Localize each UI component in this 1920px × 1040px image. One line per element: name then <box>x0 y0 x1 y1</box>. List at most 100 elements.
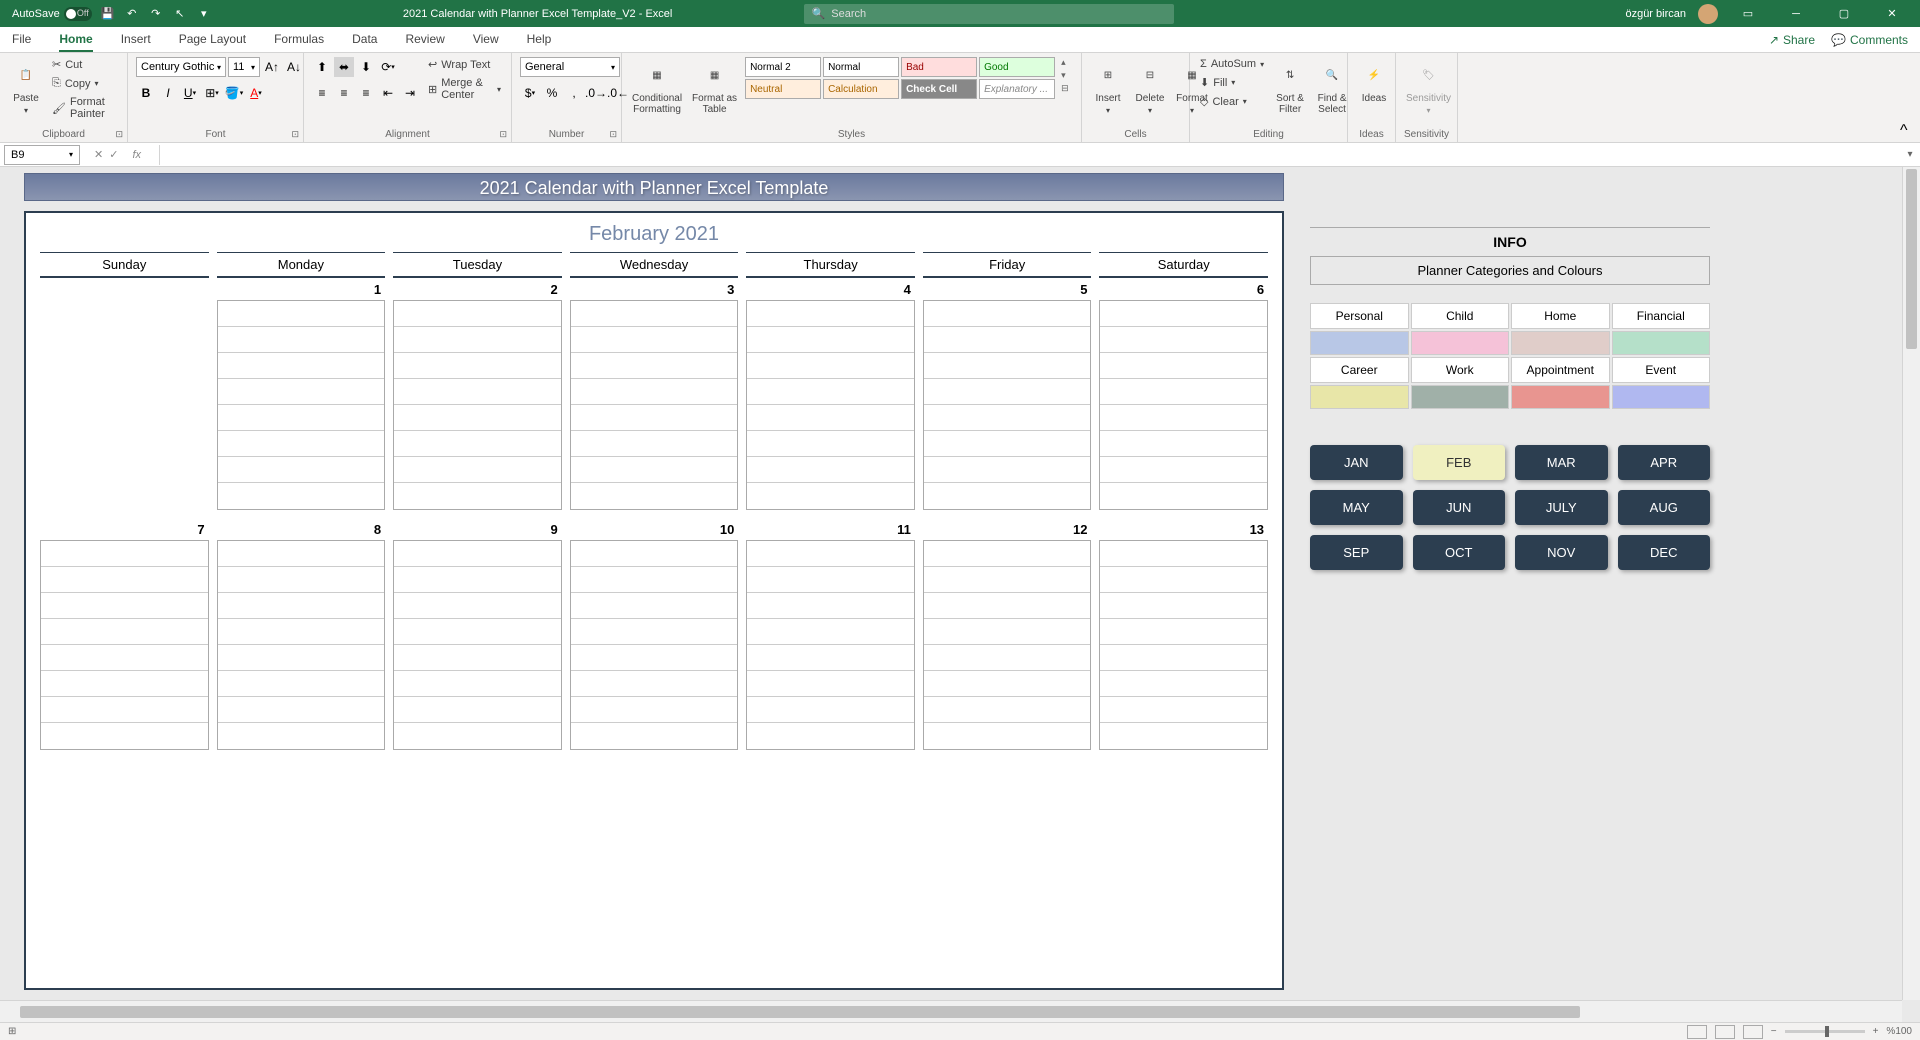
calendar-day[interactable]: 4 <box>746 280 915 510</box>
tab-help[interactable]: Help <box>527 28 552 52</box>
border-button[interactable]: ⊞▾ <box>202 83 222 103</box>
planner-line[interactable] <box>1100 593 1267 619</box>
planner-line[interactable] <box>218 301 385 327</box>
calendar-day[interactable]: 8 <box>217 520 386 750</box>
planner-line[interactable] <box>218 645 385 671</box>
planner-line[interactable] <box>747 619 914 645</box>
month-button-apr[interactable]: APR <box>1618 445 1711 480</box>
sheet-canvas[interactable]: 2021 Calendar with Planner Excel Templat… <box>0 167 1902 1000</box>
enter-formula-icon[interactable]: ✓ <box>109 148 118 161</box>
formula-input[interactable] <box>160 145 1900 165</box>
minimize-icon[interactable]: ─ <box>1778 0 1814 27</box>
expand-formula-icon[interactable]: ▾ <box>1900 149 1920 160</box>
share-button[interactable]: ↗Share <box>1769 33 1815 47</box>
planner-line[interactable] <box>571 671 738 697</box>
clear-button[interactable]: ◇Clear▾ <box>1198 94 1266 109</box>
autosave-toggle[interactable]: AutoSave Off <box>12 7 92 21</box>
planner-line[interactable] <box>747 593 914 619</box>
calendar-day[interactable]: 11 <box>746 520 915 750</box>
format-painter-button[interactable]: 🖌Format Painter <box>50 95 119 121</box>
fx-icon[interactable]: fx <box>124 149 149 161</box>
planner-line[interactable] <box>571 379 738 405</box>
dialog-launcher-icon[interactable]: ⊡ <box>499 129 507 140</box>
planner-line[interactable] <box>394 567 561 593</box>
calendar-day[interactable]: 12 <box>923 520 1092 750</box>
planner-line[interactable] <box>571 541 738 567</box>
month-button-sep[interactable]: SEP <box>1310 535 1403 570</box>
planner-line[interactable] <box>394 723 561 749</box>
month-button-oct[interactable]: OCT <box>1413 535 1506 570</box>
planner-line[interactable] <box>747 457 914 483</box>
planner-line[interactable] <box>571 483 738 509</box>
number-format-combo[interactable]: General▾ <box>520 57 620 77</box>
search-input[interactable]: 🔍 Search <box>804 4 1174 24</box>
increase-decimal-icon[interactable]: .0→ <box>586 83 606 103</box>
tab-page-layout[interactable]: Page Layout <box>179 28 246 52</box>
undo-icon[interactable]: ↶ <box>124 6 140 22</box>
sort-filter-button[interactable]: ⇅Sort & Filter <box>1272 57 1308 117</box>
tab-home[interactable]: Home <box>59 28 92 52</box>
planner-line[interactable] <box>924 541 1091 567</box>
month-button-feb[interactable]: FEB <box>1413 445 1506 480</box>
page-layout-icon[interactable] <box>1715 1025 1735 1039</box>
cancel-formula-icon[interactable]: ✕ <box>94 148 103 161</box>
planner-line[interactable] <box>571 405 738 431</box>
planner-line[interactable] <box>747 353 914 379</box>
planner-line[interactable] <box>924 353 1091 379</box>
planner-line[interactable] <box>41 671 208 697</box>
autosum-button[interactable]: ΣAutoSum▾ <box>1198 57 1266 71</box>
planner-line[interactable] <box>924 457 1091 483</box>
style-cell[interactable]: Good <box>979 57 1055 77</box>
scroll-thumb[interactable] <box>1906 169 1917 349</box>
comma-icon[interactable]: , <box>564 83 584 103</box>
calendar-day[interactable]: 13 <box>1099 520 1268 750</box>
planner-line[interactable] <box>924 431 1091 457</box>
planner-line[interactable] <box>218 353 385 379</box>
tab-formulas[interactable]: Formulas <box>274 28 324 52</box>
delete-button[interactable]: ⊟Delete▾ <box>1132 57 1168 117</box>
style-cell[interactable]: Bad <box>901 57 977 77</box>
style-cell[interactable]: Calculation <box>823 79 899 99</box>
increase-font-icon[interactable]: A↑ <box>262 57 282 77</box>
planner-line[interactable] <box>571 431 738 457</box>
planner-line[interactable] <box>924 645 1091 671</box>
planner-line[interactable] <box>1100 697 1267 723</box>
planner-line[interactable] <box>1100 301 1267 327</box>
tab-file[interactable]: File <box>12 28 31 52</box>
planner-line[interactable] <box>41 541 208 567</box>
planner-line[interactable] <box>218 671 385 697</box>
planner-line[interactable] <box>1100 567 1267 593</box>
planner-line[interactable] <box>571 353 738 379</box>
planner-line[interactable] <box>394 593 561 619</box>
planner-line[interactable] <box>747 483 914 509</box>
zoom-slider[interactable] <box>1785 1030 1865 1033</box>
decrease-indent-icon[interactable]: ⇤ <box>378 83 398 103</box>
month-button-july[interactable]: JULY <box>1515 490 1608 525</box>
find-select-button[interactable]: 🔍Find & Select <box>1314 57 1350 117</box>
planner-line[interactable] <box>218 379 385 405</box>
planner-line[interactable] <box>218 567 385 593</box>
planner-line[interactable] <box>924 379 1091 405</box>
planner-line[interactable] <box>924 567 1091 593</box>
planner-line[interactable] <box>394 353 561 379</box>
calendar-day[interactable]: 6 <box>1099 280 1268 510</box>
planner-line[interactable] <box>218 723 385 749</box>
planner-line[interactable] <box>747 379 914 405</box>
calendar-day[interactable]: 1 <box>217 280 386 510</box>
planner-line[interactable] <box>747 671 914 697</box>
dialog-launcher-icon[interactable]: ⊡ <box>291 129 299 140</box>
planner-line[interactable] <box>41 567 208 593</box>
planner-line[interactable] <box>1100 671 1267 697</box>
underline-button[interactable]: U▾ <box>180 83 200 103</box>
increase-indent-icon[interactable]: ⇥ <box>400 83 420 103</box>
planner-line[interactable] <box>571 723 738 749</box>
cursor-icon[interactable]: ↖ <box>172 6 188 22</box>
redo-icon[interactable]: ↷ <box>148 6 164 22</box>
planner-line[interactable] <box>218 619 385 645</box>
planner-line[interactable] <box>394 619 561 645</box>
insert-button[interactable]: ⊞Insert▾ <box>1090 57 1126 117</box>
planner-line[interactable] <box>1100 353 1267 379</box>
planner-line[interactable] <box>1100 483 1267 509</box>
planner-line[interactable] <box>924 619 1091 645</box>
calendar-day[interactable]: 7 <box>40 520 209 750</box>
